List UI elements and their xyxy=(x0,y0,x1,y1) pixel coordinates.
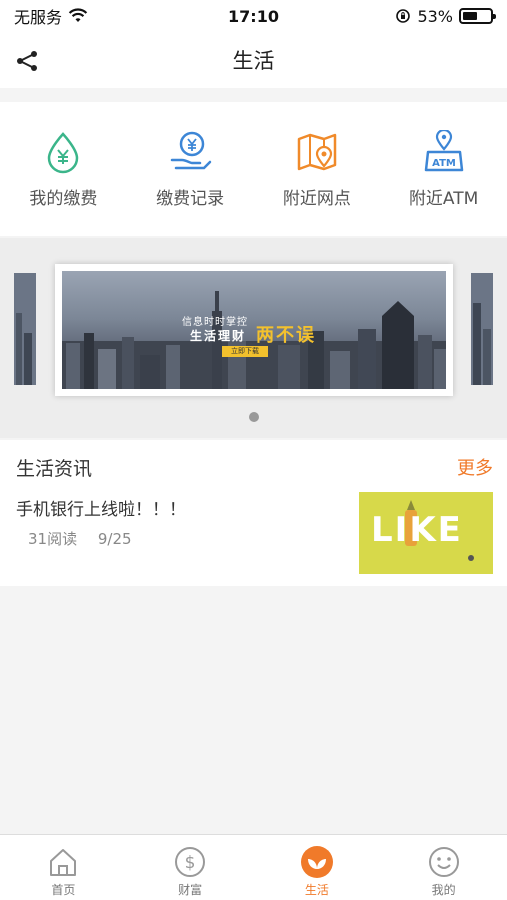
news-date: 9/25 xyxy=(97,530,132,548)
status-left: 无服务 xyxy=(14,4,88,28)
tab-label: 首页 xyxy=(51,883,76,897)
share-icon xyxy=(17,51,37,71)
banner-image: 信息时时掌控 生活理财 两不误 立即下载 xyxy=(62,271,446,389)
battery-icon xyxy=(459,8,496,24)
share-button[interactable] xyxy=(12,46,42,76)
news-read-count: 31阅读 xyxy=(28,530,78,548)
atm-location-icon: ATM xyxy=(424,130,463,172)
service-nearby-atm[interactable]: ATM 附近ATM xyxy=(380,102,507,236)
svg-text:$: $ xyxy=(185,853,196,873)
tab-label: 我的 xyxy=(431,883,456,897)
news-item-title[interactable]: 手机银行上线啦！！！ xyxy=(16,495,186,520)
tab-label: 财富 xyxy=(178,883,203,897)
yuan-hand-icon xyxy=(170,131,212,170)
svg-text:ATM: ATM xyxy=(432,158,456,169)
tab-life[interactable]: 生活 xyxy=(254,835,381,900)
status-right: 53% xyxy=(395,6,496,26)
tab-bar: 首页 $ 财富 生活 我的 xyxy=(0,834,507,900)
banner-line1: 信息时时掌控 xyxy=(182,317,248,328)
dollar-circle-icon: $ xyxy=(175,847,206,877)
banner-line2: 生活理财 xyxy=(190,329,247,343)
carousel-indicator[interactable] xyxy=(249,412,259,422)
service-my-payment[interactable]: 我的缴费 xyxy=(0,102,127,236)
battery-percent: 53% xyxy=(417,6,453,26)
nav-bar: 生活 xyxy=(0,32,507,88)
news-item-meta: 31阅读 9/25 xyxy=(28,528,148,549)
news-header: 生活资讯 xyxy=(16,458,93,480)
service-label: 缴费记录 xyxy=(156,189,225,209)
service-label: 附近网点 xyxy=(282,189,351,209)
tab-wealth[interactable]: $ 财富 xyxy=(127,835,254,900)
banner-next-card[interactable] xyxy=(471,273,493,385)
service-nearby-branches[interactable]: 附近网点 xyxy=(254,102,381,236)
tab-label: 生活 xyxy=(304,883,329,897)
news-thumbnail[interactable]: LIKE xyxy=(359,492,493,574)
news-thumbnail-text: LIKE xyxy=(371,510,463,550)
service-label: 附近ATM xyxy=(408,189,479,209)
smiley-icon xyxy=(428,847,459,877)
page-title: 生活 xyxy=(232,49,275,73)
carrier-text: 无服务 xyxy=(14,8,63,27)
news-section: 生活资讯 更多 手机银行上线啦！！！ 31阅读 9/25 LIKE xyxy=(0,440,507,586)
status-bar: 无服务 17:10 53% xyxy=(0,0,507,32)
leaf-icon xyxy=(300,846,333,878)
tab-home[interactable]: 首页 xyxy=(0,835,127,900)
orientation-lock-icon xyxy=(396,9,411,23)
banner-line3: 两不误 xyxy=(256,325,316,346)
home-icon xyxy=(50,849,77,876)
news-more-link[interactable]: 更多 xyxy=(457,454,493,480)
banner-card[interactable]: 信息时时掌控 生活理财 两不误 立即下载 xyxy=(55,264,453,396)
yuan-drop-icon xyxy=(48,132,79,174)
map-pin-icon xyxy=(297,133,337,171)
wifi-icon xyxy=(68,8,88,22)
banner-carousel[interactable]: 信息时时掌控 生活理财 两不误 立即下载 xyxy=(0,238,507,438)
service-payment-records[interactable]: 缴费记录 xyxy=(127,102,254,236)
tab-mine[interactable]: 我的 xyxy=(380,835,507,900)
banner-prev-card[interactable] xyxy=(14,273,36,385)
service-grid: 我的缴费 缴费记录 附近网点 ATM 附近ATM xyxy=(0,102,507,236)
service-label: 我的缴费 xyxy=(29,189,98,209)
banner-download-button[interactable]: 立即下载 xyxy=(222,346,268,357)
